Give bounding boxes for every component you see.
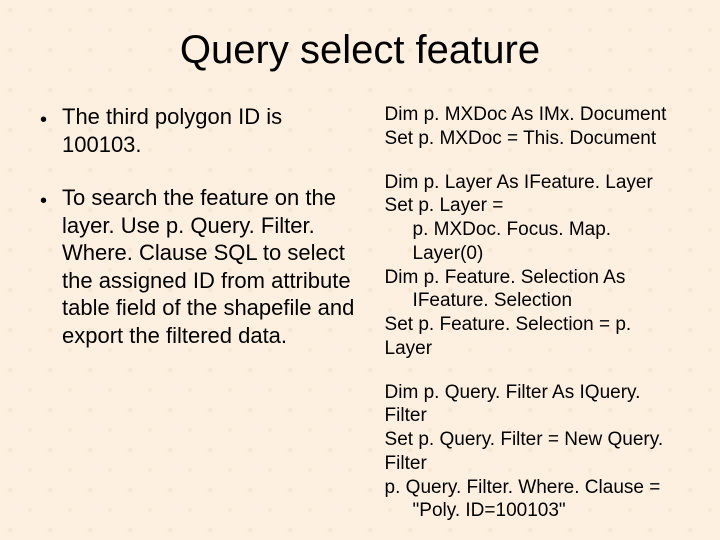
bullet-dot-icon xyxy=(40,103,62,158)
left-column: The third polygon ID is 100103. To searc… xyxy=(40,103,367,540)
code-block-1: Dim p. MXDoc As IMx. Document Set p. MXD… xyxy=(385,103,680,151)
code-line: Set p. Query. Filter = New Query. Filter xyxy=(385,428,680,476)
code-line: Dim p. Query. Filter As IQuery. Filter xyxy=(385,381,680,429)
slide-title: Query select feature xyxy=(40,28,680,73)
code-line: Dim p. Layer As IFeature. Layer xyxy=(385,171,680,195)
bullet-1: The third polygon ID is 100103. xyxy=(40,103,367,158)
bullet-2-text: To search the feature on the layer. Use … xyxy=(62,184,367,349)
code-line: Set p. MXDoc = This. Document xyxy=(385,127,680,151)
bullet-dot-icon xyxy=(40,184,62,349)
code-line: Dim p. MXDoc As IMx. Document xyxy=(385,103,680,127)
code-line: Set p. Feature. Selection = p. Layer xyxy=(385,313,680,361)
code-line: IFeature. Selection xyxy=(385,289,680,313)
code-line: "Poly. ID=100103" xyxy=(385,499,680,523)
code-block-2: Dim p. Layer As IFeature. Layer Set p. L… xyxy=(385,171,680,361)
bullet-2: To search the feature on the layer. Use … xyxy=(40,184,367,349)
code-line: p. Query. Filter. Where. Clause = xyxy=(385,476,680,500)
code-line: Dim p. Feature. Selection As xyxy=(385,266,680,290)
right-column: Dim p. MXDoc As IMx. Document Set p. MXD… xyxy=(385,103,680,540)
content-columns: The third polygon ID is 100103. To searc… xyxy=(40,103,680,540)
code-line: Set p. Layer = xyxy=(385,194,680,218)
code-line: p. MXDoc. Focus. Map. Layer(0) xyxy=(385,218,680,266)
bullet-1-text: The third polygon ID is 100103. xyxy=(62,103,367,158)
code-block-3: Dim p. Query. Filter As IQuery. Filter S… xyxy=(385,381,680,524)
